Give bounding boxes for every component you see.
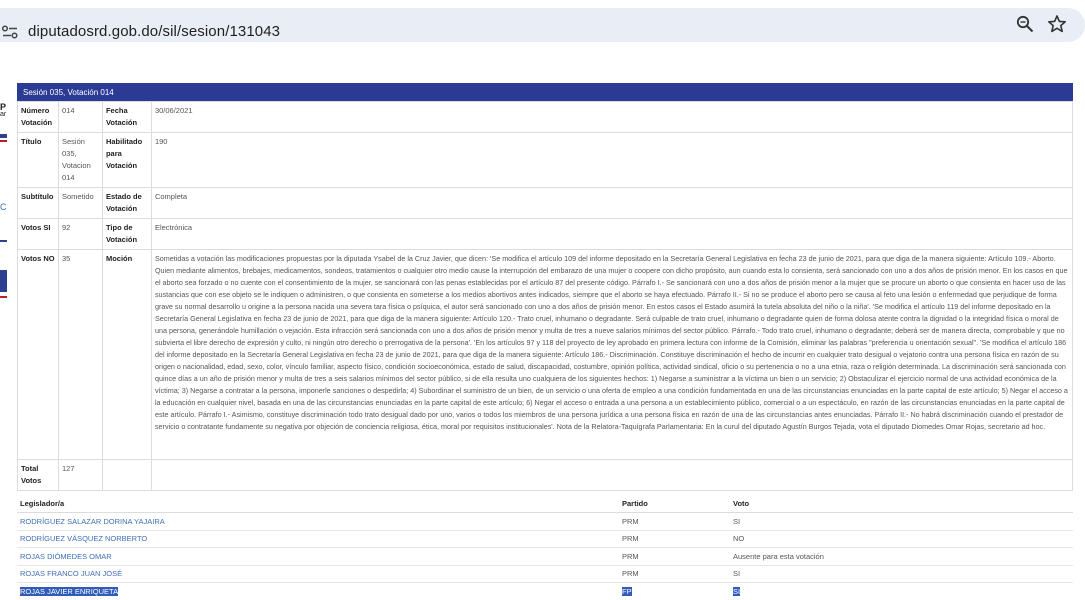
estado-label: Estado de Votación [101,187,152,219]
browser-toolbar: diputadosrd.gob.do/sil/sesion/131043 [0,0,1085,52]
votos-no-value: 35 [57,249,103,460]
legislator-link-cell[interactable]: ROJAS JAVIER ENRIQUETA [17,582,619,600]
votos-si-value: 92 [57,218,103,250]
total-votos-value: 127 [57,459,103,491]
left-edge-fragments: P ar C [0,82,10,600]
fecha-value: 30/06/2021 [150,101,1074,133]
subtitulo-value: Sometido [57,187,103,219]
habilitado-value: 190 [150,132,1074,188]
legislator-link[interactable]: ROJAS JAVIER ENRIQUETA [20,586,119,596]
column-header-voto: Voto [730,495,1073,513]
left-edge-bar [0,240,7,242]
party-cell: PRM [619,530,730,548]
empty-cell [101,459,152,491]
party-cell-wrap: FP [619,582,730,600]
tipo-label: Tipo de Votación [101,218,152,250]
table-row: RODRÍGUEZ SALAZAR DORINA YAJAIRA PRM SI [17,512,1073,531]
titulo-value: Sesión 035, Votacion 014 [57,132,103,188]
party-cell: PRM [619,512,730,531]
table-row: RODRÍGUEZ VÁSQUEZ NORBERTO PRM NO [17,530,1073,548]
legislator-link[interactable]: RODRÍGUEZ VÁSQUEZ NORBERTO [17,530,619,548]
mocion-label: Moción [101,249,152,460]
left-edge-bar [0,140,7,142]
tipo-value: Electrónica [150,218,1074,250]
address-bar[interactable]: diputadosrd.gob.do/sil/sesion/131043 [0,8,1085,42]
mocion-text: Sometidas a votación las modificaciones … [150,249,1074,460]
estado-value: Completa [150,187,1074,219]
vote-cell: SI [733,586,741,596]
numero-label: Número Votación [17,101,59,133]
panel-header: Sesión 035, Votación 014 [17,83,1073,101]
vote-cell: NO [730,530,1073,548]
bookmark-star-icon[interactable] [1047,14,1067,34]
site-settings-icon[interactable] [2,25,18,39]
fecha-label: Fecha Votación [101,101,152,133]
left-fragment: C [0,202,7,212]
table-row: ROJAS FRANCO JUAN JOSÉ PRM SI [17,565,1073,583]
total-votos-label: Total Votos [17,459,59,491]
zoom-icon[interactable] [1016,15,1034,33]
party-cell: PRM [619,547,730,566]
party-cell: PRM [619,565,730,583]
legislator-link[interactable]: ROJAS FRANCO JUAN JOSÉ [17,565,619,583]
vote-detail-table: Número Votación 014 Fecha Votación 30/06… [17,101,1074,491]
left-edge-bar [0,270,7,292]
legislator-votes-table: Legislador/a Partido Voto RODRÍGUEZ SALA… [17,495,1073,600]
votos-si-label: Votos SI [17,218,59,250]
vote-cell: SI [730,512,1073,531]
numero-value: 014 [57,101,103,133]
url-text[interactable]: diputadosrd.gob.do/sil/sesion/131043 [28,23,280,40]
vote-cell: SI [730,565,1073,583]
vote-cell-wrap: SI [730,582,1073,600]
legislator-link[interactable]: ROJAS DIÓMEDES OMAR [17,547,619,566]
votes-header-row: Legislador/a Partido Voto [17,495,1073,513]
table-row: ROJAS DIÓMEDES OMAR PRM Ausente para est… [17,547,1073,566]
left-fragment: ar [0,111,7,118]
legislator-link[interactable]: RODRÍGUEZ SALAZAR DORINA YAJAIRA [17,512,619,531]
column-header-legislador: Legislador/a [17,495,619,513]
column-header-partido: Partido [619,495,730,513]
vote-cell: Ausente para esta votación [730,547,1073,566]
subtitulo-label: Subtítulo [17,187,59,219]
left-edge-bar [0,134,7,138]
left-edge-bar [0,296,7,298]
habilitado-label: Habilitado para Votación [101,132,152,188]
votos-no-label: Votos NO [17,249,59,460]
page-content: P ar C Sesión 035, Votación 014 Número V… [0,52,1085,600]
table-row-selected: ROJAS JAVIER ENRIQUETA FP SI [17,582,1073,600]
party-cell: FP [622,586,632,596]
empty-cell [150,459,1074,491]
titulo-label: Título [17,132,59,188]
